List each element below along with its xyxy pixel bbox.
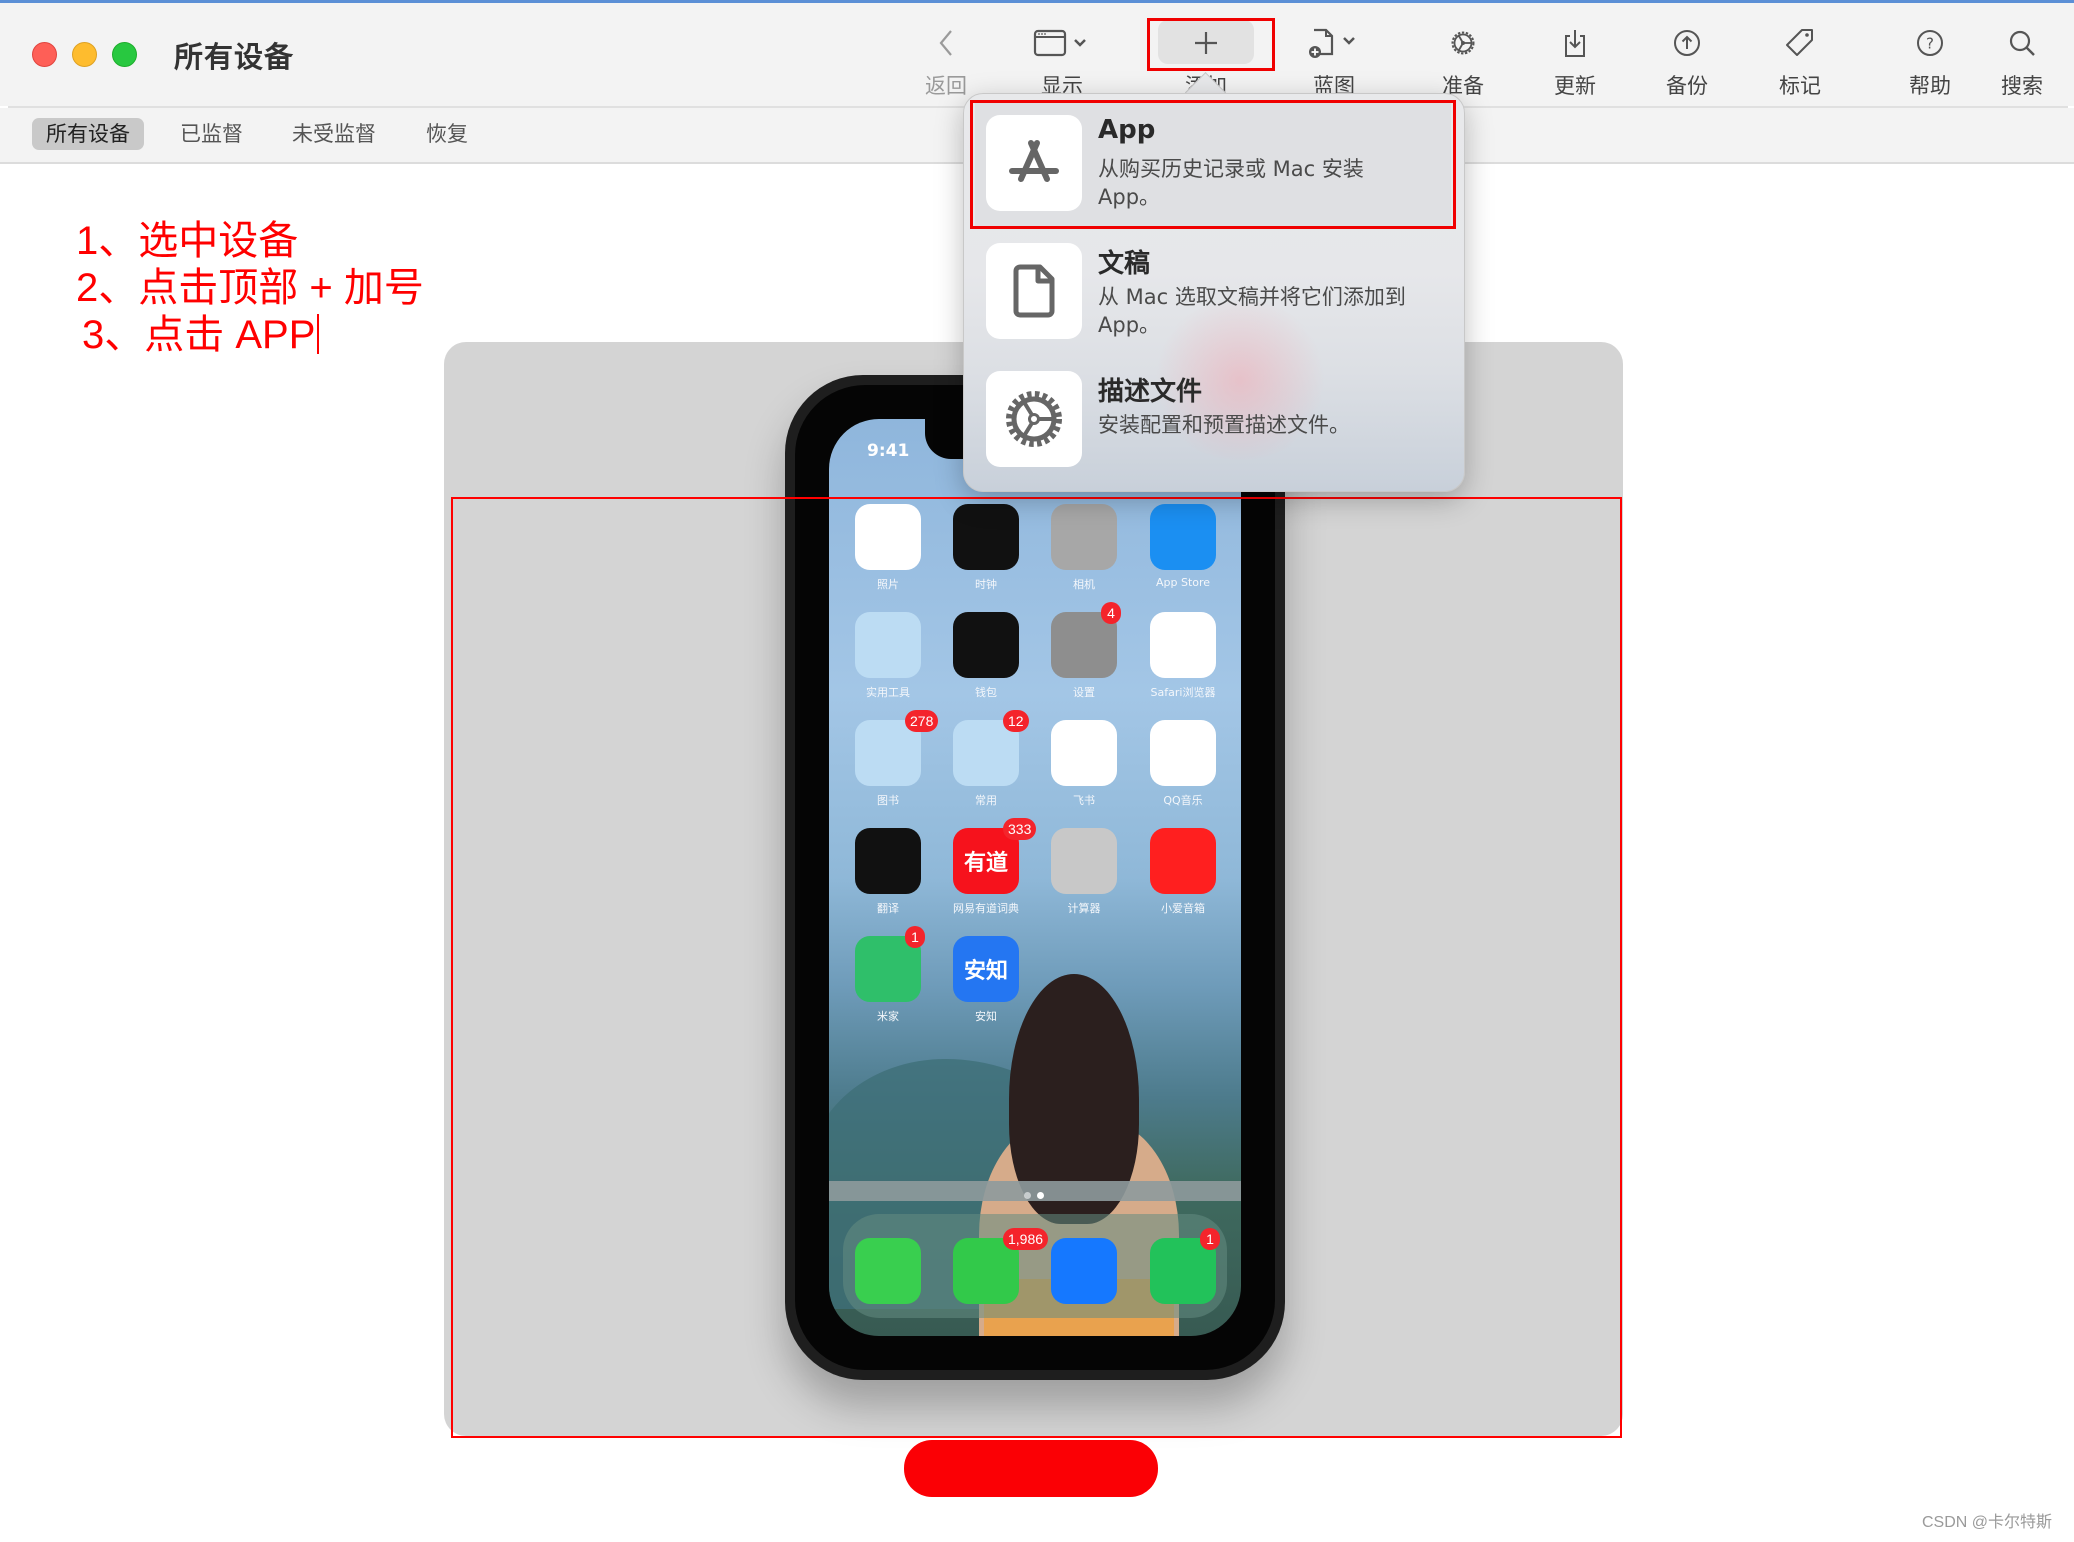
download-tray-icon	[1525, 26, 1625, 60]
instruction-step-3: 3、点击 APP	[82, 313, 316, 357]
backup-label: 备份	[1666, 74, 1708, 98]
blueprint-button[interactable]: 蓝图	[1284, 18, 1384, 104]
svg-text:?: ?	[1926, 35, 1934, 53]
tab-all-devices[interactable]: 所有设备	[32, 118, 144, 150]
gear-icon	[986, 371, 1082, 467]
arrow-up-circle-icon	[1637, 26, 1737, 60]
zoom-window-button[interactable]	[112, 42, 137, 67]
status-time: 9:41	[867, 441, 910, 461]
minimize-window-button[interactable]	[72, 42, 97, 67]
instruction-step-2: 2、点击顶部 + 加号	[76, 266, 424, 310]
prepare-button[interactable]: 准备	[1413, 18, 1513, 104]
backup-button[interactable]: 备份	[1637, 18, 1737, 104]
annotation-highlight-app-item	[970, 100, 1456, 229]
add-menu-item-document[interactable]: 文稿 从 Mac 选取文稿并将它们添加到 App。	[975, 229, 1451, 355]
tag-label: 标记	[1779, 74, 1821, 98]
annotation-highlight-device	[451, 497, 1622, 1438]
add-menu-item-document-description: 从 Mac 选取文稿并将它们添加到 App。	[1098, 285, 1406, 337]
chevron-left-icon	[896, 26, 996, 60]
add-menu-item-profile-description: 安装配置和预置描述文件。	[1098, 413, 1350, 437]
magnifier-icon	[1972, 26, 2072, 60]
update-label: 更新	[1554, 74, 1596, 98]
back-button[interactable]: 返回	[896, 18, 996, 104]
redaction-mark	[904, 1440, 1158, 1497]
tab-recovery[interactable]: 恢复	[412, 118, 482, 150]
tag-button[interactable]: 标记	[1750, 18, 1850, 104]
display-button[interactable]: 显示	[1012, 18, 1112, 104]
watermark: CSDN @卡尔特斯	[1921, 1514, 2052, 1531]
search-label: 搜索	[2001, 74, 2043, 98]
search-button[interactable]: 搜索	[1972, 18, 2072, 104]
add-menu-item-profile-title: 描述文件	[1098, 377, 1203, 407]
instruction-step-1: 1、选中设备	[76, 219, 299, 263]
tab-supervised[interactable]: 已监督	[166, 118, 257, 150]
window-icon	[1012, 26, 1112, 60]
close-window-button[interactable]	[32, 42, 57, 67]
annotation-highlight-add-button	[1147, 18, 1275, 71]
question-circle-icon: ?	[1880, 26, 1980, 60]
text-caret	[317, 314, 320, 354]
help-label: 帮助	[1909, 74, 1951, 98]
instruction-annotation: 1、选中设备 2、点击顶部 + 加号 3、点击 APP	[76, 218, 424, 359]
help-button[interactable]: ? 帮助	[1880, 18, 1980, 104]
add-menu-item-profile[interactable]: 描述文件 安装配置和预置描述文件。	[975, 357, 1451, 483]
tab-unsupervised[interactable]: 未受监督	[278, 118, 390, 150]
add-menu-item-document-title: 文稿	[1098, 249, 1151, 279]
tag-icon	[1750, 26, 1850, 60]
gear-icon	[1413, 26, 1513, 60]
document-icon	[986, 243, 1082, 339]
update-button[interactable]: 更新	[1525, 18, 1625, 104]
window-title: 所有设备	[174, 40, 295, 74]
document-plus-icon	[1284, 26, 1384, 60]
